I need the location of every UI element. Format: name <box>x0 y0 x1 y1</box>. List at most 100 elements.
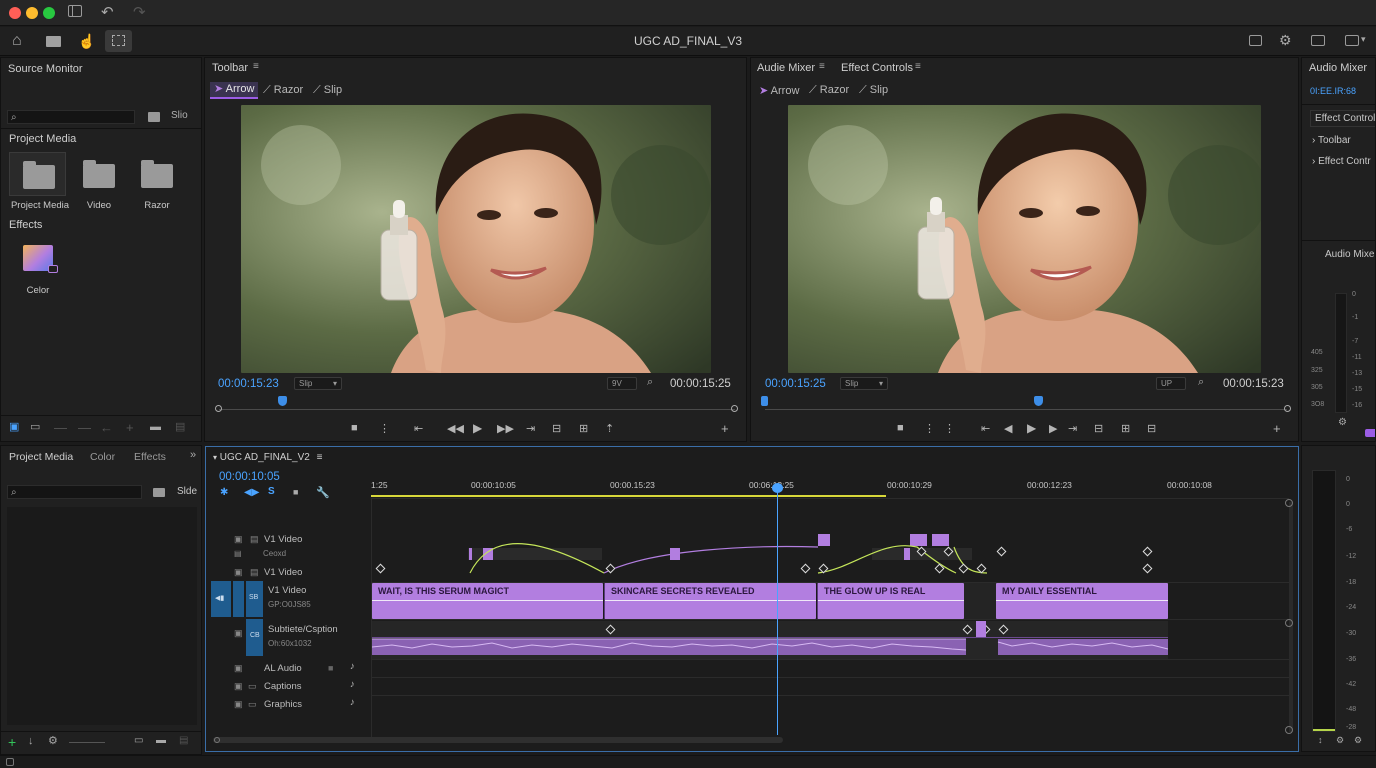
menu-icon[interactable]: ≡ <box>253 62 259 72</box>
target-toggle[interactable]: CB <box>246 619 263 656</box>
playhead-handle[interactable] <box>278 396 287 406</box>
effect-controls-tab[interactable]: Effect Controls <box>841 62 913 74</box>
display-icon[interactable] <box>1249 35 1262 46</box>
slip-tool[interactable]: ⟋ Slip <box>859 84 888 97</box>
video-clip[interactable]: SKINCARE SECRETS REVEALED <box>604 583 816 619</box>
effect-controls-item[interactable]: › Effect Contr <box>1312 156 1371 167</box>
scroll-handle[interactable] <box>1285 726 1293 734</box>
zoom-dropdown[interactable]: 9V <box>607 377 637 390</box>
go-to-out-icon[interactable]: ⇥ <box>526 422 535 435</box>
mic-icon[interactable]: ♪ <box>350 679 355 690</box>
settings-icon[interactable]: ⚙ <box>1354 736 1362 745</box>
mute-icon[interactable]: ■ <box>328 663 333 673</box>
sequence-tab[interactable]: ▾ UGC AD_FINAL_V2 ≡ <box>213 452 322 463</box>
gear-icon[interactable]: ⚙ <box>48 736 58 747</box>
slide-label[interactable]: Slde <box>177 486 197 497</box>
step-back-icon[interactable]: ◀◀ <box>447 422 464 435</box>
eye-icon[interactable]: ▤ <box>250 534 259 545</box>
step-forward-icon[interactable]: ▶ <box>1049 422 1057 435</box>
folder-icon[interactable]: ▬ <box>150 422 161 433</box>
stop-icon[interactable]: ■ <box>351 422 358 434</box>
arrow-left-icon[interactable]: ← <box>100 421 113 434</box>
chevron-down-icon[interactable]: ▾ <box>1361 35 1366 44</box>
gear-icon[interactable]: ⚙ <box>1336 736 1344 745</box>
lock-icon[interactable]: ▣ <box>234 628 243 639</box>
vertical-scrollbar[interactable] <box>1289 502 1293 732</box>
marker[interactable] <box>976 621 986 637</box>
tab-color[interactable]: Color <box>90 451 115 463</box>
lock-icon[interactable]: ▣ <box>234 699 243 710</box>
minus-icon[interactable]: — <box>78 421 91 434</box>
folder-icon[interactable]: ▭ <box>30 422 40 433</box>
lock-icon[interactable]: ▣ <box>234 663 243 674</box>
more-icon[interactable]: ⋮ <box>924 422 935 435</box>
overwrite-icon[interactable]: ⊞ <box>579 422 588 435</box>
scroll-handle[interactable] <box>1285 619 1293 627</box>
close-window-button[interactable] <box>9 7 21 19</box>
redo-icon[interactable]: ↷ <box>133 5 146 20</box>
scroll-handle[interactable] <box>1285 499 1293 507</box>
target-toggle[interactable]: SB <box>246 581 263 617</box>
bin-project-media[interactable] <box>9 152 66 196</box>
bin-razor[interactable] <box>139 152 175 196</box>
playhead-handle[interactable] <box>1034 396 1043 406</box>
slip-tool[interactable]: ⟋ Slip <box>313 84 342 97</box>
menu-icon[interactable]: ≡ <box>819 62 825 72</box>
insert-icon[interactable]: ⊟ <box>552 422 561 435</box>
tab-effects[interactable]: Effects <box>134 451 166 463</box>
timeline-timecode[interactable]: 00:00:10:05 <box>219 471 280 483</box>
time-ruler[interactable]: 1:25 00:00:10:05 00:00.15:23 00:06:13:25… <box>371 477 1289 499</box>
tab-project-media[interactable]: Project Media <box>9 451 73 463</box>
video-clip[interactable]: THE GLOW UP IS REAL <box>817 583 964 619</box>
work-area-bar[interactable] <box>371 495 886 497</box>
eye-icon[interactable]: ▤ <box>250 567 259 578</box>
bin-video[interactable] <box>81 152 117 196</box>
status-icon[interactable] <box>6 758 14 766</box>
minus-icon[interactable]: — <box>54 421 67 434</box>
trash-icon[interactable]: ▤ <box>175 422 185 433</box>
go-to-out-icon[interactable]: ⇥ <box>1068 422 1077 435</box>
gear-icon[interactable]: ⚙ <box>1338 418 1347 428</box>
go-to-in-icon[interactable]: ⇤ <box>981 422 990 435</box>
toolbar-tab[interactable]: Toolbar <box>212 62 248 74</box>
minimize-window-button[interactable] <box>26 7 38 19</box>
lock-icon[interactable]: ▣ <box>234 681 243 692</box>
playhead-handle[interactable] <box>772 483 783 493</box>
trash-icon[interactable]: ▤ <box>179 736 188 746</box>
search-input[interactable]: ⌕ <box>7 485 142 499</box>
razor-tool[interactable]: ⟋ Razor <box>809 84 849 97</box>
graphics-icon[interactable]: ▭ <box>248 699 257 710</box>
folder-icon[interactable]: ▬ <box>156 736 166 746</box>
more-icon[interactable]: ⋮ <box>379 422 390 435</box>
step-forward-icon[interactable]: ▶▶ <box>497 422 514 435</box>
in-point-handle[interactable] <box>761 396 768 406</box>
playback-dropdown[interactable]: Slip ▾ <box>294 377 342 390</box>
media-icon[interactable] <box>148 112 160 122</box>
arrow-tool[interactable]: ➤ Arrow <box>759 84 799 97</box>
export-frame-icon[interactable]: ⊟ <box>1147 422 1156 435</box>
zoom-icon[interactable]: ⌕ <box>647 377 653 388</box>
maximize-window-button[interactable] <box>43 7 55 19</box>
zoom-dropdown[interactable]: UP <box>1156 377 1186 390</box>
source-patch[interactable]: ◀▮ <box>211 581 231 617</box>
go-to-in-icon[interactable]: ⇤ <box>414 422 423 435</box>
panel-icon[interactable] <box>1345 35 1359 46</box>
arrow-tool[interactable]: ➤ Arrow <box>210 82 259 99</box>
view-icon[interactable]: ▭ <box>134 736 143 746</box>
horizontal-scrollbar[interactable] <box>213 737 783 743</box>
step-back-icon[interactable]: ◀ <box>1004 422 1012 435</box>
razor-tool[interactable]: ⟋ Razor <box>263 84 303 97</box>
sidebar-toggle-icon[interactable] <box>68 5 82 17</box>
project-media-list[interactable] <box>7 507 197 725</box>
overflow-icon[interactable]: » <box>190 450 196 461</box>
lock-icon[interactable]: ▣ <box>234 534 243 545</box>
video-clip[interactable]: MY DAILY ESSENTIAL <box>996 583 1168 619</box>
menu-icon[interactable]: ≡ <box>915 62 921 72</box>
timecode-in[interactable]: 00:00:15:25 <box>765 378 826 390</box>
video-preview-right[interactable] <box>788 105 1261 373</box>
export-frame-icon[interactable]: ⇡ <box>605 422 614 435</box>
in-point-handle[interactable] <box>215 405 222 412</box>
mic-icon[interactable]: ♪ <box>350 661 355 672</box>
add-icon[interactable]: + <box>8 734 16 750</box>
track-area[interactable]: WAIT, IS THIS SERUM MAGICT SKINCARE SECR… <box>371 483 1290 737</box>
